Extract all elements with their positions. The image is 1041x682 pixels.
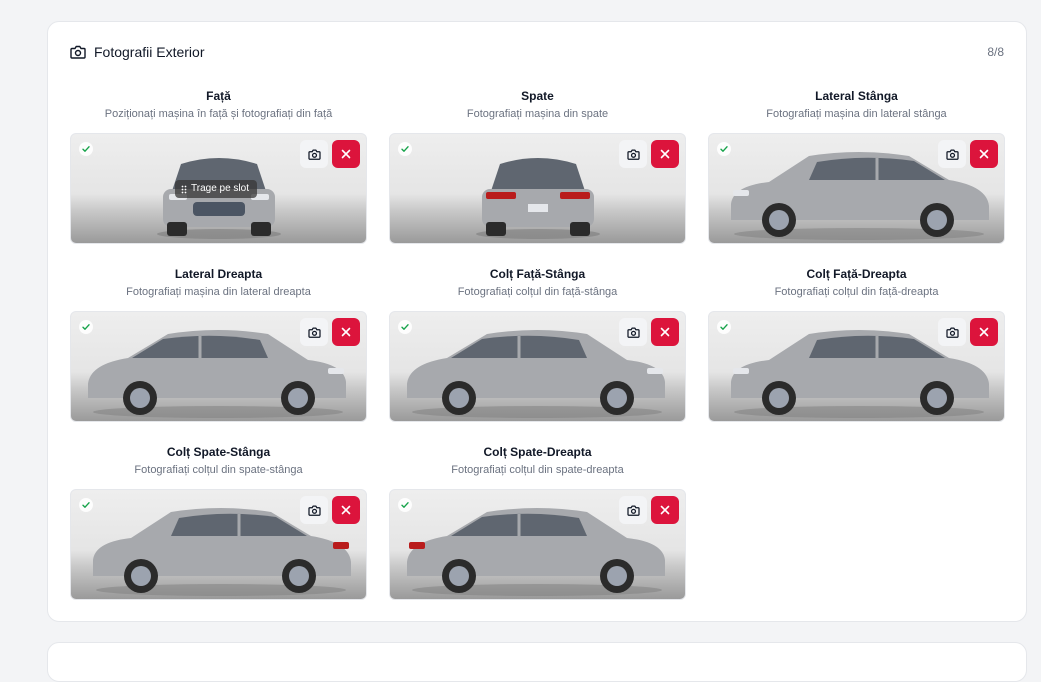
photo-counter: 8/8 [987,45,1004,59]
drag-handle-icon [181,185,187,194]
next-section-card [47,642,1027,682]
close-icon [660,327,670,337]
slot-photo[interactable] [70,489,367,600]
camera-icon [626,327,640,338]
slot-photo[interactable] [389,133,686,244]
close-icon [660,505,670,515]
check-icon [79,498,93,512]
slot-photo[interactable] [389,311,686,422]
slot-title: Spate [521,89,554,103]
photo-slot: Colț Față-Stânga Fotografiați colțul din … [389,266,686,444]
section-title: Fotografii Exterior [94,44,205,60]
slot-description: Fotografiați colțul din spate-stânga [134,464,303,476]
slot-photo[interactable] [708,133,1005,244]
camera-icon [626,505,640,516]
close-icon [979,327,989,337]
delete-photo-button[interactable] [651,140,679,168]
slot-photo[interactable] [70,311,367,422]
retake-photo-button[interactable] [300,140,328,168]
slot-description: Fotografiați mașina din lateral stânga [766,108,947,120]
retake-photo-button[interactable] [619,318,647,346]
check-icon [79,142,93,156]
check-icon [398,142,412,156]
slot-description: Poziționați mașina în față și fotografia… [104,108,333,120]
slot-title: Colț Față-Stânga [489,267,586,281]
check-icon [398,498,412,512]
slot-title: Lateral Dreapta [174,267,263,281]
photo-slot: Lateral Dreapta Fotografiați mașina din l… [70,266,367,444]
retake-photo-button[interactable] [938,140,966,168]
retake-photo-button[interactable] [300,318,328,346]
delete-photo-button[interactable] [970,140,998,168]
exterior-photos-card: Fotografii Exterior 8/8 Față Poziționați … [47,21,1027,622]
photo-slot: Colț Spate-Dreapta Fotografiați colțul di… [389,444,686,622]
slot-description: Fotografiați colțul din față-stânga [457,286,618,298]
retake-photo-button[interactable] [938,318,966,346]
camera-icon [70,45,86,59]
slot-photo[interactable] [708,311,1005,422]
delete-photo-button[interactable] [651,496,679,524]
photo-slot: Colț Față-Dreapta Fotografiați colțul din… [708,266,1005,444]
retake-photo-button[interactable] [619,496,647,524]
close-icon [979,149,989,159]
camera-icon [626,149,640,160]
check-icon [79,320,93,334]
close-icon [341,327,351,337]
delete-photo-button[interactable] [651,318,679,346]
slot-description: Fotografiați colțul din față-dreapta [774,286,939,298]
camera-icon [307,149,321,160]
slot-description: Fotografiați mașina din spate [466,108,609,120]
slot-title: Lateral Stânga [815,89,898,103]
card-header: Fotografii Exterior 8/8 [70,42,1004,62]
photo-slot: Față Poziționați mașina în față și fotogr… [70,88,367,266]
retake-photo-button[interactable] [300,496,328,524]
slot-photo[interactable]: Trage pe slot [70,133,367,244]
close-icon [341,149,351,159]
slot-title: Colț Spate-Stânga [166,445,271,459]
check-icon [717,320,731,334]
slot-title: Colț Spate-Dreapta [483,445,592,459]
camera-icon [307,505,321,516]
delete-photo-button[interactable] [332,318,360,346]
close-icon [660,149,670,159]
check-icon [717,142,731,156]
close-icon [341,505,351,515]
slot-description: Fotografiați colțul din spate-dreapta [451,464,624,476]
delete-photo-button[interactable] [332,140,360,168]
slot-description: Fotografiați mașina din lateral dreapta [126,286,311,298]
title-wrap: Fotografii Exterior [70,44,204,60]
photo-grid: Față Poziționați mașina în față și fotogr… [70,88,1005,622]
check-icon [398,320,412,334]
delete-photo-button[interactable] [332,496,360,524]
photo-slot: Spate Fotografiați mașina din spate [389,88,686,266]
slot-photo[interactable] [389,489,686,600]
drag-hint[interactable]: Trage pe slot [175,180,257,198]
camera-icon [307,327,321,338]
photo-slot: Colț Spate-Stânga Fotografiați colțul din… [70,444,367,622]
drag-hint-label: Trage pe slot [191,183,249,194]
slot-title: Colț Față-Dreapta [806,267,907,281]
camera-icon [945,327,959,338]
retake-photo-button[interactable] [619,140,647,168]
slot-title: Față [206,89,231,103]
camera-icon [945,149,959,160]
delete-photo-button[interactable] [970,318,998,346]
photo-slot: Lateral Stânga Fotografiați mașina din la… [708,88,1005,266]
